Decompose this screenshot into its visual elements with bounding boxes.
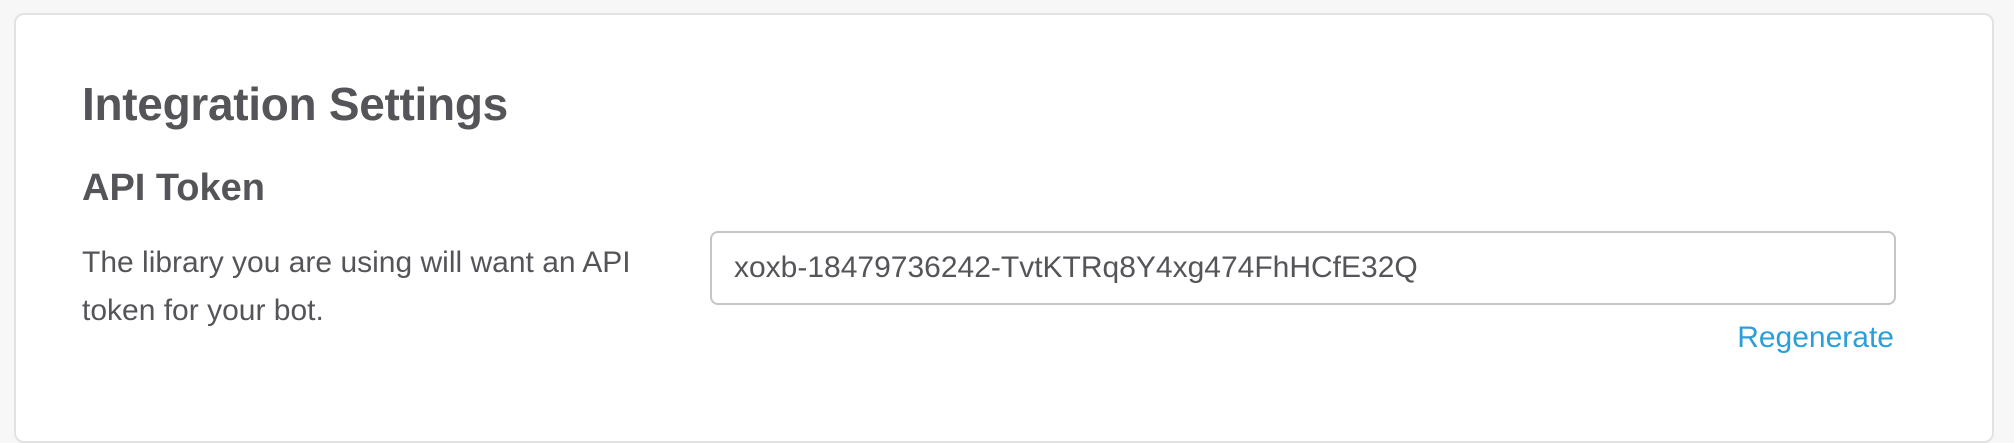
regenerate-link[interactable]: Regenerate <box>1737 321 1894 355</box>
api-token-heading: API Token <box>82 167 265 209</box>
section-title: Integration Settings <box>82 78 508 130</box>
api-token-input[interactable] <box>710 231 1896 305</box>
integration-settings-card: Integration Settings API Token The libra… <box>14 13 1994 443</box>
api-token-description: The library you are using will want an A… <box>82 246 631 327</box>
